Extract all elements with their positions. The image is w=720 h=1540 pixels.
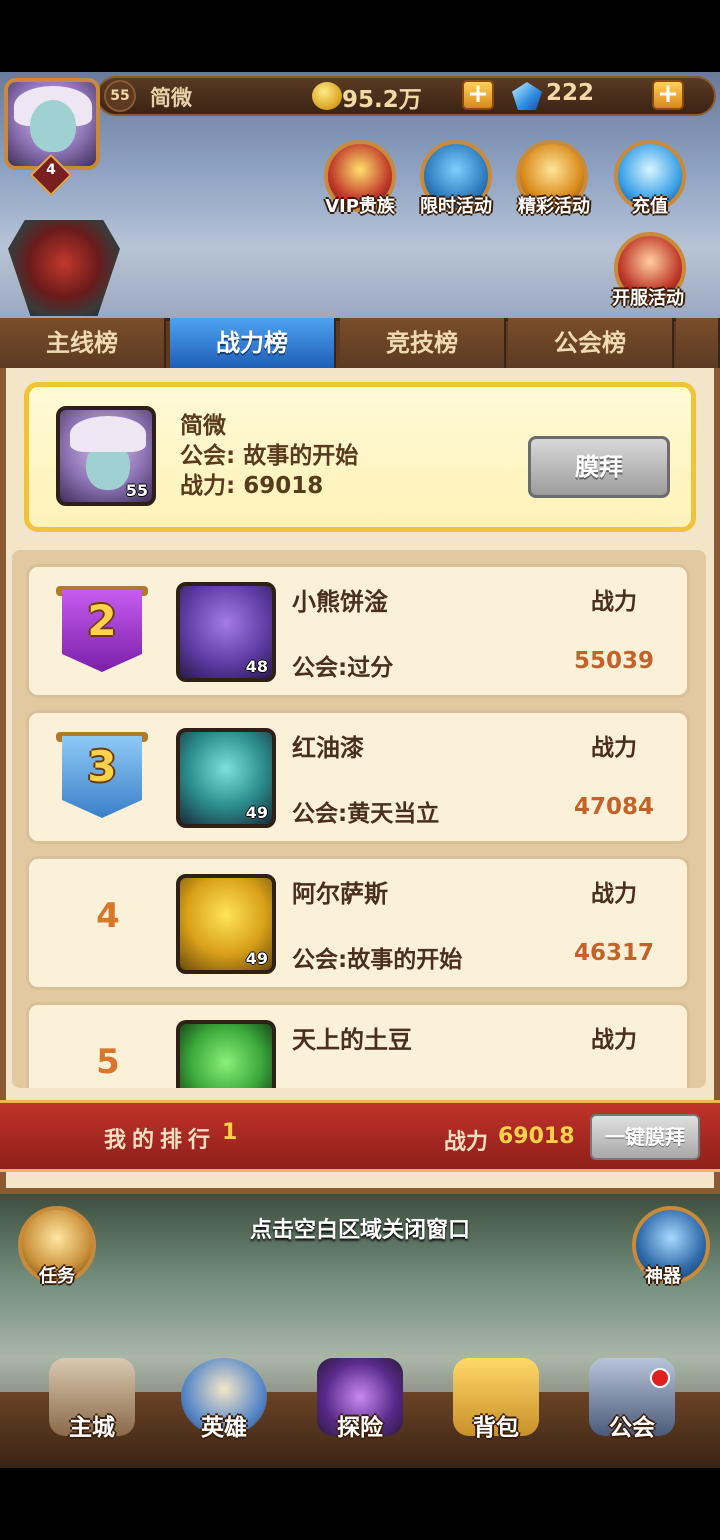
nav-guild[interactable]: 公会 [572,1358,692,1442]
hero-portrait: 48 [176,582,276,682]
worship-all-button[interactable]: 一键膜拜 [590,1114,700,1160]
gem-amount: 222 [546,80,595,106]
my-rank-value: 1 [222,1120,238,1145]
my-hero-portrait: 55 [56,406,156,506]
hero-portrait: 49 [176,874,276,974]
rank-number: 2 [87,596,117,645]
player-name: 天上的土豆 [292,1026,412,1054]
portrait-hair [70,416,146,452]
rank-number: 3 [87,742,117,791]
close-hint[interactable]: 点击空白区域关闭窗口 [0,1212,720,1244]
nav-heroes[interactable]: 英雄 [164,1358,284,1442]
event-label-recharge: 充值 [632,196,668,217]
nav-label: 公会 [609,1415,655,1441]
nav-explore[interactable]: 探险 [300,1358,420,1442]
screen-bottom-edge [0,1468,720,1540]
power-label: 战力 [591,589,637,615]
power-value: 55039 [573,648,655,674]
power-value: 47084 [573,794,655,820]
worship-button[interactable]: 膜拜 [528,436,670,498]
nav-label: 主城 [69,1415,115,1441]
nav-main-city[interactable]: 主城 [32,1358,152,1442]
nav-label: 探险 [337,1415,383,1441]
my-guild: 公会: 故事的开始 [180,443,359,469]
avatar-face [30,100,76,152]
tab-overflow [676,318,720,368]
player-name: 阿尔萨斯 [292,880,388,908]
task-label: 任务 [39,1266,75,1287]
my-power-value: 69018 [498,1124,575,1149]
gold-amount: 95.2万 [342,87,422,113]
player-name: 简微 [150,86,192,110]
my-rank-label: 我的排行 [104,1128,217,1153]
power-value: 46317 [573,940,655,966]
player-name: 红油漆 [292,734,364,762]
tab-mainline[interactable]: 主线榜 [0,318,166,368]
tab-guild[interactable]: 公会榜 [508,318,674,368]
hero-portrait [176,1020,276,1088]
add-gem-button[interactable]: + [652,80,684,110]
hero-level: 49 [245,803,268,822]
nav-bag[interactable]: 背包 [436,1358,556,1442]
add-gold-button[interactable]: + [462,80,494,110]
event-label-limited: 限时活动 [420,196,492,217]
nav-label: 英雄 [201,1415,247,1441]
my-hero-level: 55 [125,481,148,500]
hero-level: 49 [245,949,268,968]
player-level: 55 [104,80,136,112]
hero-portrait: 49 [176,728,276,828]
notification-dot [650,1368,670,1388]
artifact-label: 神器 [645,1266,681,1287]
my-name: 简微 [180,413,226,439]
vip-level: 4 [46,162,56,178]
guild-name: 公会:黄天当立 [292,801,440,827]
event-label-server-launch: 开服活动 [612,288,684,309]
event-label-featured: 精彩活动 [518,196,590,217]
guild-name: 公会:过分 [292,655,394,681]
tab-arena[interactable]: 竞技榜 [340,318,506,368]
tab-power[interactable]: 战力榜 [170,318,336,368]
nav-label: 背包 [473,1415,519,1441]
power-label: 战力 [591,881,637,907]
panel-bottom-frame [0,1172,720,1194]
player-name: 小熊饼淦 [292,588,388,616]
event-label-vip: VIP贵族 [325,196,395,217]
my-power: 战力: 69018 [180,473,324,499]
rank-number: 5 [96,1042,120,1082]
power-label: 战力 [591,735,637,761]
my-power-label: 战力 [444,1130,489,1155]
gold-coin-icon [312,82,342,110]
rank-number: 4 [96,896,120,936]
power-label: 战力 [591,1027,637,1053]
guild-name: 公会:故事的开始 [292,947,463,973]
hero-level: 48 [245,657,268,676]
